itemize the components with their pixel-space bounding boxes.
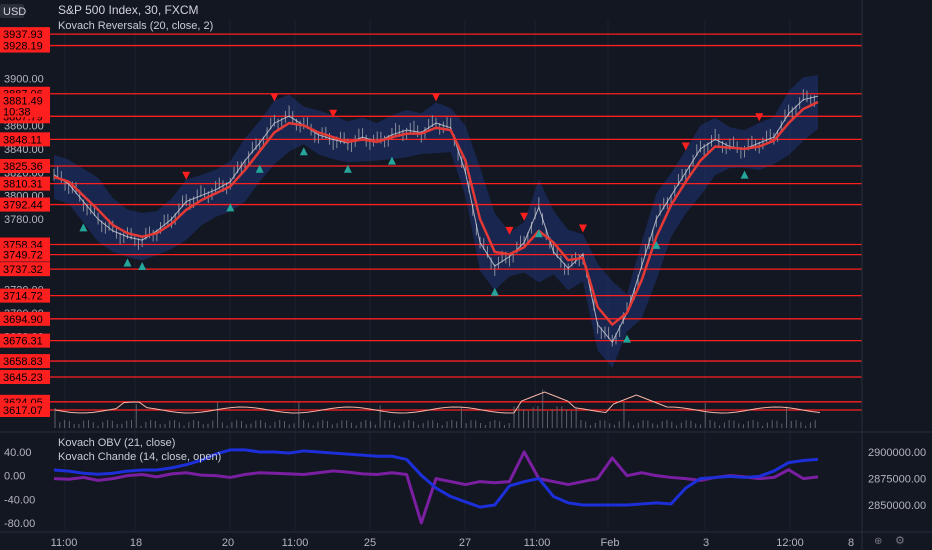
level-label: 3737.32 [3, 264, 43, 276]
price-tick-label: 3900.00 [4, 74, 44, 86]
last-time-label: 10:38 [3, 106, 31, 118]
level-label: 3645.23 [3, 372, 43, 384]
indicator-obv-title[interactable]: Kovach OBV (21, close) [58, 437, 175, 449]
indicator-chande-title[interactable]: Kovach Chande (14, close, open) [58, 451, 221, 463]
time-tick-label: 8 [848, 537, 854, 549]
oscillator-tick-label: -40.00 [4, 494, 35, 506]
symbol-title[interactable]: S&P 500 Index, 30, FXCM [58, 3, 199, 17]
level-label: 3676.31 [3, 336, 43, 348]
log-scale-icon[interactable]: ⊕ [874, 536, 882, 547]
level-label: 3617.07 [3, 405, 43, 417]
oscillator-tick-label: 40.00 [4, 447, 32, 459]
time-tick-label: 20 [222, 537, 234, 549]
trading-chart[interactable]: 3900.003880.003860.003840.003820.003800.… [0, 0, 932, 550]
level-label: 3825.36 [3, 161, 43, 173]
price-tick-label: 3780.00 [4, 214, 44, 226]
level-label: 3714.72 [3, 291, 43, 303]
time-tick-label: 18 [130, 537, 142, 549]
level-label: 3810.31 [3, 179, 43, 191]
currency-label: USD [3, 6, 26, 18]
level-label: 3848.11 [3, 134, 42, 146]
chart-background [0, 0, 932, 550]
time-tick-label: 11:00 [524, 537, 551, 549]
time-tick-label: 12:00 [776, 537, 804, 549]
auto-scale-icon[interactable]: ⚙ [895, 535, 905, 547]
time-tick-label: Feb [601, 537, 620, 549]
time-tick-label: 27 [459, 537, 471, 549]
time-tick-label: 11:00 [51, 537, 78, 549]
level-label: 3749.72 [3, 250, 43, 262]
oscillator-tick-label: 0.00 [4, 471, 25, 483]
obv-tick-label: 2900000.00 [868, 447, 926, 459]
level-label: 3694.90 [3, 314, 43, 326]
obv-tick-label: 2850000.00 [868, 500, 926, 512]
time-tick-label: 25 [364, 537, 376, 549]
time-tick-label: 11:00 [282, 537, 309, 549]
level-label: 3658.83 [3, 356, 43, 368]
level-label: 3792.44 [3, 200, 43, 212]
obv-tick-label: 2875000.00 [868, 474, 926, 486]
oscillator-tick-label: -80.00 [4, 518, 35, 530]
indicator-reversals-title[interactable]: Kovach Reversals (20, close, 2) [58, 20, 213, 32]
level-label: 3928.19 [3, 41, 43, 53]
time-tick-label: 3 [703, 537, 709, 549]
